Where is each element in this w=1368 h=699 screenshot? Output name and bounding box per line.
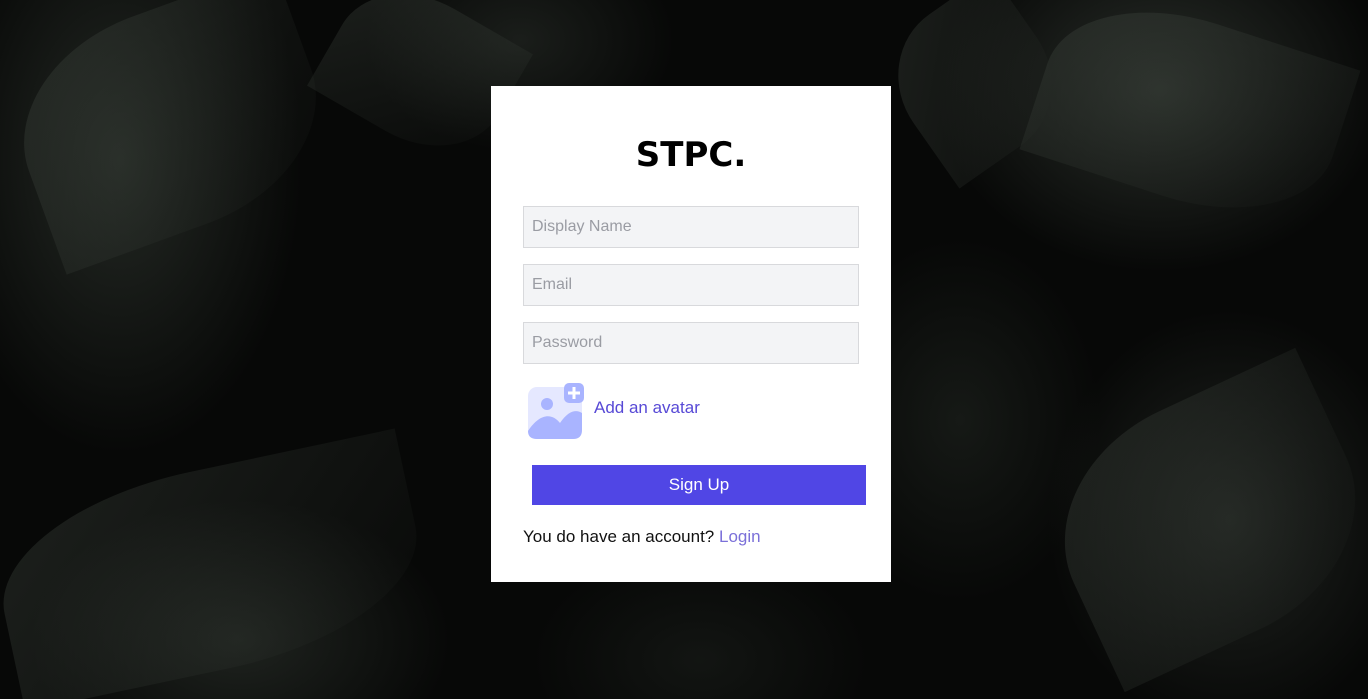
background-leaf: [0, 428, 437, 699]
add-avatar-label: Add an avatar: [594, 398, 700, 417]
password-input[interactable]: [523, 322, 859, 364]
background-leaf: [1023, 347, 1368, 693]
background-leaf: [0, 0, 349, 275]
brand-logo: STPC.: [635, 135, 747, 175]
add-image-icon: [528, 383, 584, 439]
login-prompt: You do have an account? Login: [523, 527, 761, 547]
email-input[interactable]: [523, 264, 859, 306]
add-avatar-picker[interactable]: Add an avatar: [528, 382, 700, 440]
display-name-input[interactable]: [523, 206, 859, 248]
background-leaf: [1019, 0, 1361, 242]
sign-up-button[interactable]: Sign Up: [532, 465, 866, 505]
background-leaf: [867, 0, 1083, 189]
login-link[interactable]: Login: [719, 527, 761, 546]
login-prompt-text: You do have an account?: [523, 527, 715, 546]
